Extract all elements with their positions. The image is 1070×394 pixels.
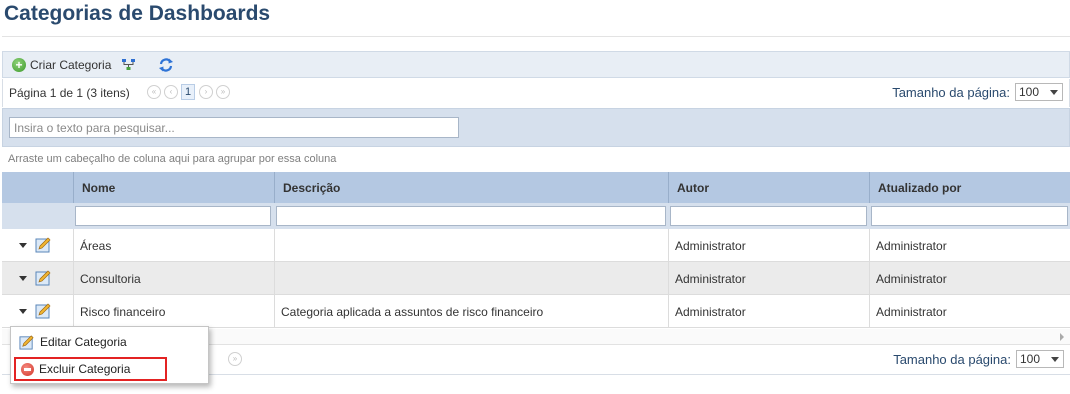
- table-row[interactable]: Risco financeiro Categoria aplicada a as…: [2, 295, 1070, 328]
- create-category-button[interactable]: + Criar Categoria: [12, 52, 111, 78]
- current-page-button[interactable]: 1: [181, 84, 195, 100]
- cell-descricao: Categoria aplicada a assuntos de risco f…: [274, 295, 668, 327]
- filter-atualizado-input[interactable]: [871, 206, 1068, 226]
- pager-buttons: « ‹ 1 › »: [147, 84, 233, 100]
- group-panel-hint[interactable]: Arraste um cabeçalho de coluna aqui para…: [8, 153, 336, 165]
- title-divider: [2, 36, 1070, 37]
- edit-icon: [19, 335, 34, 350]
- create-category-label: Criar Categoria: [30, 58, 112, 72]
- cell-autor: Administrator: [668, 295, 869, 327]
- delete-category-menu-item[interactable]: Excluir Categoria: [14, 357, 167, 381]
- row-menu-chevron-icon[interactable]: [19, 243, 27, 248]
- row-menu-chevron-icon[interactable]: [19, 309, 27, 314]
- cell-descricao: [274, 262, 668, 294]
- hierarchy-button[interactable]: [121, 52, 137, 78]
- table-row[interactable]: Consultoria Administrator Administrator: [2, 262, 1070, 295]
- scroll-right-icon[interactable]: [1060, 333, 1064, 341]
- cell-nome: Áreas: [73, 229, 274, 261]
- cell-nome: Consultoria: [73, 262, 274, 294]
- circle-plus-icon: +: [12, 58, 26, 72]
- edit-icon[interactable]: [35, 302, 52, 319]
- cell-autor: Administrator: [668, 229, 869, 261]
- page-title: Categorias de Dashboards: [4, 2, 271, 25]
- table-row[interactable]: Áreas Administrator Administrator: [2, 229, 1070, 262]
- toolbar: + Criar Categoria: [2, 51, 1070, 78]
- row-context-menu: Editar Categoria Excluir Categoria: [10, 326, 209, 384]
- edit-icon[interactable]: [35, 269, 52, 286]
- page-size: Tamanho da página: 100: [892, 83, 1063, 101]
- delete-category-label: Excluir Categoria: [39, 362, 131, 376]
- pager-info: Página 1 de 1 (3 itens): [9, 86, 130, 100]
- last-page-icon[interactable]: »: [216, 85, 230, 99]
- page-size-bottom: Tamanho da página: 100: [893, 350, 1064, 368]
- edit-category-label: Editar Categoria: [40, 335, 127, 349]
- edit-category-menu-item[interactable]: Editar Categoria: [11, 330, 208, 354]
- hierarchy-icon: [122, 59, 135, 70]
- chevron-down-icon: [1050, 90, 1058, 95]
- cell-autor: Administrator: [668, 262, 869, 294]
- page-size-value: 100: [1019, 85, 1040, 99]
- page-size-select[interactable]: 100: [1016, 350, 1064, 368]
- header-atualizado-por[interactable]: Atualizado por: [869, 172, 1070, 203]
- pager-buttons-bottom: »: [228, 352, 245, 366]
- cell-nome: Risco financeiro: [73, 295, 274, 327]
- cell-descricao: [274, 229, 668, 261]
- pager-top: Página 1 de 1 (3 itens) « ‹ 1 › » Tamanh…: [2, 79, 1070, 107]
- last-page-icon[interactable]: »: [228, 352, 242, 366]
- chevron-down-icon: [1051, 357, 1059, 362]
- page-size-select[interactable]: 100: [1015, 83, 1063, 101]
- page-size-label: Tamanho da página:: [893, 351, 1011, 367]
- header-command-column: [2, 172, 73, 203]
- row-menu-chevron-icon[interactable]: [19, 276, 27, 281]
- header-descricao[interactable]: Descrição: [274, 172, 668, 203]
- next-page-icon[interactable]: ›: [199, 85, 213, 99]
- filter-nome-input[interactable]: [75, 206, 271, 226]
- delete-icon: [21, 362, 34, 376]
- page-size-value: 100: [1020, 352, 1041, 366]
- prev-page-icon[interactable]: ‹: [164, 85, 178, 99]
- search-panel: [2, 108, 1070, 147]
- search-input[interactable]: [9, 117, 459, 138]
- cell-atualizado-por: Administrator: [869, 295, 1070, 327]
- cell-atualizado-por: Administrator: [869, 262, 1070, 294]
- filter-row: [2, 203, 1070, 229]
- refresh-icon: [159, 58, 173, 72]
- header-nome[interactable]: Nome: [73, 172, 274, 203]
- cell-atualizado-por: Administrator: [869, 229, 1070, 261]
- filter-descricao-input[interactable]: [276, 206, 666, 226]
- first-page-icon[interactable]: «: [147, 85, 161, 99]
- refresh-button[interactable]: [158, 52, 174, 78]
- page-size-label: Tamanho da página:: [892, 84, 1010, 100]
- grid-header: Nome Descrição Autor Atualizado por: [2, 172, 1070, 203]
- edit-icon[interactable]: [35, 236, 52, 253]
- filter-autor-input[interactable]: [670, 206, 867, 226]
- header-autor[interactable]: Autor: [668, 172, 869, 203]
